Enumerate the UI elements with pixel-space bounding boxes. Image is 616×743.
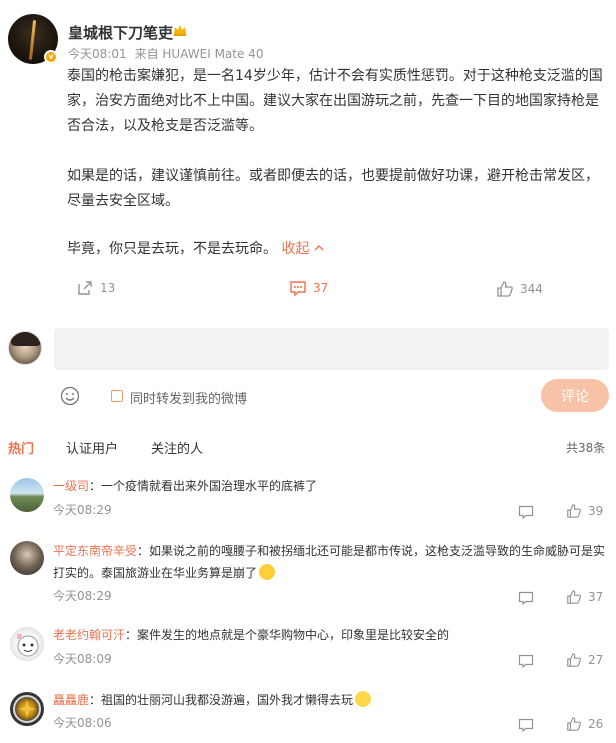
cartoon-face-icon — [17, 634, 39, 657]
like-count: 344 — [520, 282, 543, 296]
comment-username[interactable]: 一级司 — [53, 479, 89, 493]
comment-button[interactable]: 37 — [289, 279, 328, 297]
comment-avatar[interactable] — [10, 692, 44, 726]
like-button[interactable]: 344 — [496, 280, 543, 298]
repost-button[interactable]: 13 — [76, 279, 115, 297]
comment-like-count: 39 — [588, 504, 604, 518]
comment-time: 今天08:06 — [53, 716, 112, 730]
comment-text-continued: 打实的。泰国旅游业在华业务算是崩了 — [53, 563, 609, 583]
post-paragraph-1: 泰国的枪击案嫌犯，是一名14岁少年，估计不会有实质性惩罚。对于这种枪支泛滥的国 … — [67, 68, 603, 134]
thumbs-up-icon — [567, 590, 581, 604]
tab-following[interactable]: 关注的人 — [151, 438, 203, 457]
comment-text: 一级司：一个疫情就看出来外国治理水平的底裤了 — [53, 479, 318, 493]
comment-username[interactable]: 矗矗鹿 — [53, 693, 89, 707]
laughing-crying-emoji-icon — [259, 564, 276, 580]
smiley-icon[interactable] — [60, 386, 80, 406]
comment-total: 共38条 — [566, 441, 606, 455]
comment-username[interactable]: 老老约翰可汗 — [53, 628, 125, 642]
repost-checkbox-label[interactable]: 同时转发到我的微博 — [130, 388, 247, 407]
submit-comment-button[interactable]: 评论 — [541, 379, 609, 412]
reply-icon[interactable] — [518, 653, 534, 669]
comment-text: 矗矗鹿：祖国的壮丽河山我都没游遍，国外我才懒得去玩 — [53, 690, 609, 710]
comment-avatar[interactable] — [10, 627, 44, 661]
comment-time: 今天08:29 — [53, 503, 112, 517]
post-meta: 今天08:01 来自 HUAWEI Mate 40 — [68, 45, 263, 62]
comment-icon — [290, 281, 306, 297]
comment-count: 37 — [313, 281, 329, 295]
post-time[interactable]: 今天08:01 — [68, 47, 127, 61]
tab-verified[interactable]: 认证用户 — [66, 438, 118, 457]
collapse-link[interactable]: 收起 — [281, 241, 324, 257]
tab-hot[interactable]: 热门 — [8, 438, 34, 457]
post-paragraph-3: 毕竟，你只是去玩，不是去玩命。 收起 — [67, 237, 607, 262]
post-paragraph-2: 如果是的话，建议谨慎前往。或者即便去的话，也要提前做好功课，避开枪击常发区， 尽… — [67, 168, 599, 209]
comment-like-button[interactable]: 39 — [566, 503, 603, 519]
comment-like-button[interactable]: 37 — [566, 589, 603, 605]
verified-badge-icon: v — [44, 50, 58, 64]
shrug-emoji-icon — [355, 691, 372, 707]
comment-text: 平定东南帝辛受：如果说之前的嘎腰子和被拐缅北还可能是都市传说，这枪支泛滥导致的生… — [53, 544, 606, 558]
comment-text: 老老约翰可汗：案件发生的地点就是个豪华购物中心，印象里是比较安全的 — [53, 628, 450, 642]
author-name[interactable]: 皇城根下刀笔吏 — [68, 22, 173, 43]
crown-icon — [174, 25, 186, 36]
reply-icon[interactable] — [518, 590, 534, 606]
comment-like-button[interactable]: 26 — [566, 716, 603, 732]
post-source: 来自 HUAWEI Mate 40 — [134, 47, 264, 61]
comment-like-count: 37 — [588, 590, 604, 604]
thumbs-up-icon — [497, 281, 513, 297]
reply-icon[interactable] — [518, 504, 534, 520]
comment-like-count: 26 — [588, 717, 604, 731]
repost-icon — [78, 281, 92, 295]
reply-icon[interactable] — [518, 717, 534, 733]
my-avatar[interactable] — [8, 331, 42, 365]
comment-avatar[interactable] — [10, 541, 44, 575]
comment-like-count: 27 — [588, 653, 604, 667]
thumbs-up-icon — [567, 504, 581, 518]
thumbs-up-icon — [567, 653, 581, 667]
repost-checkbox[interactable] — [111, 390, 123, 402]
thumbs-up-icon — [567, 717, 581, 731]
comment-input[interactable] — [54, 328, 609, 370]
chevron-up-icon — [314, 245, 324, 251]
comment-like-button[interactable]: 27 — [566, 652, 603, 668]
comment-username[interactable]: 平定东南帝辛受 — [53, 544, 137, 558]
comment-time: 今天08:09 — [53, 652, 112, 666]
comment-time: 今天08:29 — [53, 589, 112, 603]
comment-avatar[interactable] — [10, 478, 44, 512]
repost-count: 13 — [100, 281, 116, 295]
emblem-icon — [13, 695, 41, 723]
